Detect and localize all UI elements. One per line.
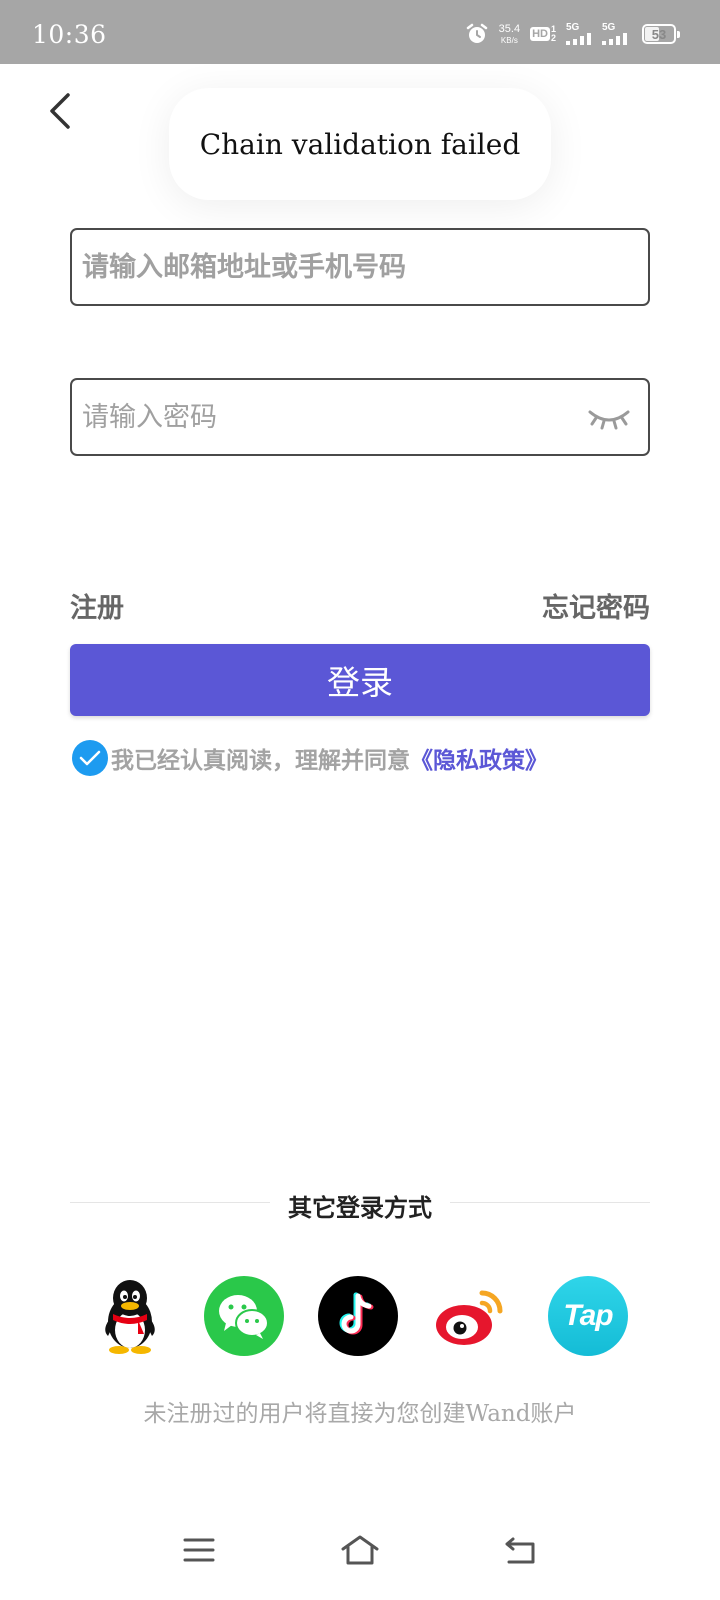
- other-login-divider: 其它登录方式: [70, 1188, 650, 1222]
- hd-voice-icon: HD 12: [530, 24, 556, 43]
- back-nav-button[interactable]: [497, 1530, 543, 1570]
- chevron-left-icon: [50, 93, 70, 129]
- forgot-password-link[interactable]: 忘记密码: [542, 586, 650, 625]
- alarm-icon: [466, 23, 487, 43]
- divider-line-right: [450, 1202, 650, 1203]
- battery-icon: 53: [642, 24, 680, 44]
- privacy-policy-link[interactable]: 《隐私政策》: [410, 741, 548, 775]
- menu-icon: [183, 1538, 215, 1562]
- password-field[interactable]: [70, 378, 650, 456]
- taptap-icon: Tap: [563, 1299, 613, 1332]
- toast-message: Chain validation failed: [199, 127, 521, 161]
- agreement-text: 我已经认真阅读，理解并同意: [111, 747, 410, 774]
- other-login-title: 其它登录方式: [288, 1193, 432, 1222]
- return-icon: [505, 1537, 535, 1564]
- back-button[interactable]: [40, 86, 80, 136]
- login-button[interactable]: 登录: [70, 644, 650, 716]
- checkbox-checked-icon[interactable]: [72, 740, 108, 776]
- wechat-login-button[interactable]: [204, 1276, 284, 1356]
- signal-sim1-icon: 5G: [566, 23, 592, 45]
- status-icons: 35.4 KB/s HD 12 5G 5G 53: [465, 20, 680, 48]
- signal-sim2-icon: 5G: [602, 23, 632, 45]
- tiktok-login-button[interactable]: [318, 1276, 398, 1356]
- email-phone-field[interactable]: [70, 228, 650, 306]
- auto-register-notice: 未注册过的用户将直接为您创建Wand账户: [143, 1401, 577, 1427]
- status-time: 10:36: [32, 20, 107, 49]
- recent-apps-button[interactable]: [176, 1530, 222, 1570]
- password-input[interactable]: [82, 380, 562, 454]
- wechat-icon: [219, 1295, 269, 1339]
- error-toast: Chain validation failed: [169, 88, 551, 200]
- weibo-icon: [436, 1290, 503, 1345]
- taptap-login-button[interactable]: Tap: [548, 1276, 628, 1356]
- battery-level: 53: [651, 26, 667, 42]
- qq-icon: [105, 1280, 155, 1354]
- eye-closed-icon[interactable]: [586, 402, 632, 434]
- weibo-login-button[interactable]: [432, 1276, 512, 1356]
- net-speed: 35.4 KB/s: [498, 22, 521, 45]
- tiktok-icon: [339, 1292, 374, 1335]
- home-button[interactable]: [337, 1530, 383, 1570]
- qq-login-button[interactable]: [90, 1276, 170, 1356]
- privacy-agreement: 我已经认真阅读，理解并同意 《隐私政策》: [72, 740, 548, 776]
- status-bar: 10:36 35.4 KB/s HD 12 5G 5G 53: [0, 0, 720, 64]
- register-link[interactable]: 注册: [70, 586, 124, 625]
- email-phone-input[interactable]: [82, 230, 562, 304]
- home-icon: [341, 1535, 379, 1565]
